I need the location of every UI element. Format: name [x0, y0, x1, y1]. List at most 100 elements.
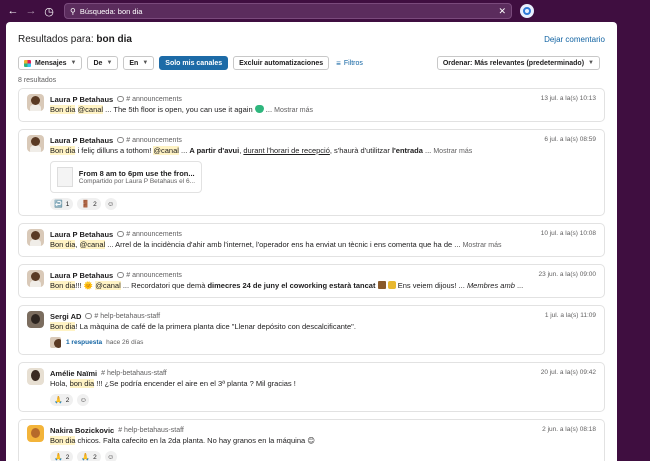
thread-icon — [117, 95, 125, 102]
search-input[interactable]: Búsqueda: bon dia — [80, 7, 499, 16]
filter-icon: ≡ — [336, 58, 341, 68]
author-name[interactable]: Sergi AD — [50, 312, 81, 321]
thread-icon — [85, 312, 93, 319]
mention[interactable]: @canal — [79, 240, 106, 249]
page-title: Resultados para: bon dia — [18, 33, 132, 45]
message-date[interactable]: 23 jun. a la(s) 09:00 — [539, 271, 596, 278]
result-card[interactable]: Nakira Bozickovic # help-betahaus-staff … — [18, 419, 605, 461]
exclude-automations-button[interactable]: Excluir automatizaciones — [233, 56, 330, 70]
help-icon[interactable] — [520, 4, 534, 18]
message-text: Bon dia i feliç dilluns a tothom! @canal… — [50, 146, 473, 155]
chevron-down-icon: ▼ — [106, 60, 113, 66]
reaction[interactable]: 🙏 2 — [77, 451, 101, 461]
result-card[interactable]: Laura P Betahaus # announcements Bon dia… — [18, 264, 605, 298]
thread-replies[interactable]: 1 respuesta hace 26 días — [50, 337, 596, 348]
mention[interactable]: @canal — [95, 281, 121, 290]
channel-name[interactable]: # announcements — [117, 271, 182, 279]
search-results-panel: Resultados para: bon dia Dejar comentari… — [6, 22, 617, 461]
reaction[interactable]: 🙏 2 — [50, 451, 74, 461]
filter-bar: Mensajes ▼ De ▼ En ▼ Solo mis canales Ex… — [6, 48, 617, 72]
avatar[interactable] — [27, 270, 44, 287]
message-text: Bon dia chicos. Falta cafecito en la 2da… — [50, 436, 316, 445]
show-more-link[interactable]: Mostrar más — [274, 107, 313, 114]
channel-name[interactable]: # help-betahaus-staff — [101, 370, 167, 377]
search-query: bon dia — [96, 33, 132, 45]
reactions: 🙏 2 🙏 2 ☺ — [50, 451, 596, 461]
avatar — [50, 337, 61, 348]
message-text: Hola, bon dia !!! ¿Se podría encender el… — [50, 379, 296, 388]
author-name[interactable]: Laura P Betahaus — [50, 230, 113, 239]
chevron-down-icon: ▼ — [142, 60, 149, 66]
result-card[interactable]: Laura P Betahaus # announcements Bon dia… — [18, 129, 605, 216]
results-header: Resultados para: bon dia Dejar comentari… — [6, 22, 617, 48]
clock-icon[interactable]: ◷ — [42, 4, 56, 18]
author-name[interactable]: Nakira Bozickovic — [50, 426, 114, 435]
channel-name[interactable]: # announcements — [117, 136, 182, 144]
search-icon: ⚲ — [70, 6, 76, 16]
result-card[interactable]: Laura P Betahaus # announcements Bon dia… — [18, 223, 605, 257]
show-more-link[interactable]: Mostrar más — [433, 148, 472, 155]
mention[interactable]: @canal — [153, 146, 179, 155]
thread-icon — [117, 136, 125, 143]
attachment-card[interactable]: From 8 am to 6pm use the fron... Compart… — [50, 161, 202, 193]
in-filter[interactable]: En ▼ — [123, 56, 155, 70]
message-date[interactable]: 13 jul. a la(s) 10:13 — [541, 95, 596, 102]
from-filter[interactable]: De ▼ — [87, 56, 119, 70]
message-date[interactable]: 6 jul. a la(s) 08:59 — [544, 136, 596, 143]
author-name[interactable]: Laura P Betahaus — [50, 136, 113, 145]
arrow-left-icon[interactable]: ← — [6, 4, 20, 18]
avatar[interactable] — [27, 94, 44, 111]
result-card[interactable]: Laura P Betahaus # announcements Bon dia… — [18, 88, 605, 122]
reactions: ↩️ 1 🚪 2 ☺ — [50, 198, 596, 210]
results-count: 8 resultados — [18, 77, 57, 84]
author-name[interactable]: Laura P Betahaus — [50, 271, 113, 280]
result-card[interactable]: Sergi AD # help-betahaus-staff Bon dia! … — [18, 305, 605, 355]
attachment-title: From 8 am to 6pm use the fron... — [78, 169, 195, 178]
attachment-subtitle: Compartido por Laura P Betahaus el 6... — [78, 178, 195, 185]
lock-icon — [387, 281, 396, 289]
message-date[interactable]: 10 jul. a la(s) 10:08 — [541, 230, 596, 237]
show-more-link[interactable]: Mostrar más — [463, 242, 502, 249]
window-edge — [617, 22, 650, 461]
message-text: Bon dia @canal ... The 5th floor is open… — [50, 105, 314, 114]
message-date[interactable]: 1 jul. a la(s) 11:09 — [545, 312, 596, 319]
avatar[interactable] — [27, 229, 44, 246]
attachment-thumbnail — [57, 167, 73, 187]
arrow-right-icon[interactable]: → — [24, 4, 38, 18]
message-date[interactable]: 2 jun. a la(s) 08:18 — [542, 426, 596, 433]
reaction[interactable]: 🚪 2 — [77, 198, 101, 210]
sort-dropdown[interactable]: Ordenar: Más relevantes (predeterminado)… — [436, 56, 600, 70]
close-icon[interactable]: ✕ — [498, 6, 506, 17]
add-reaction-icon[interactable]: ☺ — [104, 451, 117, 461]
author-name[interactable]: Amélie Naïmi — [50, 369, 97, 378]
channel-name[interactable]: # help-betahaus-staff — [85, 312, 160, 320]
mention[interactable]: @canal — [77, 105, 104, 114]
avatar[interactable] — [27, 368, 44, 385]
avatar[interactable] — [27, 135, 44, 152]
message-date[interactable]: 20 jul. a la(s) 09:42 — [541, 369, 596, 376]
result-card[interactable]: Amélie Naïmi # help-betahaus-staff Hola,… — [18, 362, 605, 412]
avatar[interactable] — [27, 425, 44, 442]
filters-button[interactable]: ≡ Filtros — [336, 59, 363, 68]
add-reaction-icon[interactable]: ☺ — [77, 394, 90, 406]
messages-filter[interactable]: Mensajes ▼ — [18, 56, 83, 70]
add-reaction-icon[interactable]: ☺ — [104, 198, 117, 210]
leave-comment-link[interactable]: Dejar comentario — [544, 35, 605, 44]
message-text: Bon dia!!! 🌞 @canal ... Recordatori que … — [50, 281, 524, 290]
message-text: Bon dia! La màquina de café de la primer… — [50, 322, 356, 331]
green-heart-icon — [254, 105, 264, 113]
thread-icon — [117, 230, 125, 237]
top-bar: ← → ◷ ⚲ Búsqueda: bon dia ✕ — [0, 0, 650, 22]
thread-icon — [117, 271, 125, 278]
channel-name[interactable]: # announcements — [117, 95, 182, 103]
author-name[interactable]: Laura P Betahaus — [50, 95, 113, 104]
reaction[interactable]: 🙏 2 — [50, 394, 74, 406]
results-list: Laura P Betahaus # announcements Bon dia… — [6, 88, 617, 461]
reaction[interactable]: ↩️ 1 — [50, 198, 74, 210]
channel-name[interactable]: # announcements — [117, 230, 182, 238]
channel-name[interactable]: # help-betahaus-staff — [118, 427, 184, 434]
only-my-channels-button[interactable]: Solo mis canales — [159, 56, 229, 70]
replies-link[interactable]: 1 respuesta — [66, 339, 102, 346]
search-bar[interactable]: ⚲ Búsqueda: bon dia ✕ — [64, 3, 512, 19]
avatar[interactable] — [27, 311, 44, 328]
